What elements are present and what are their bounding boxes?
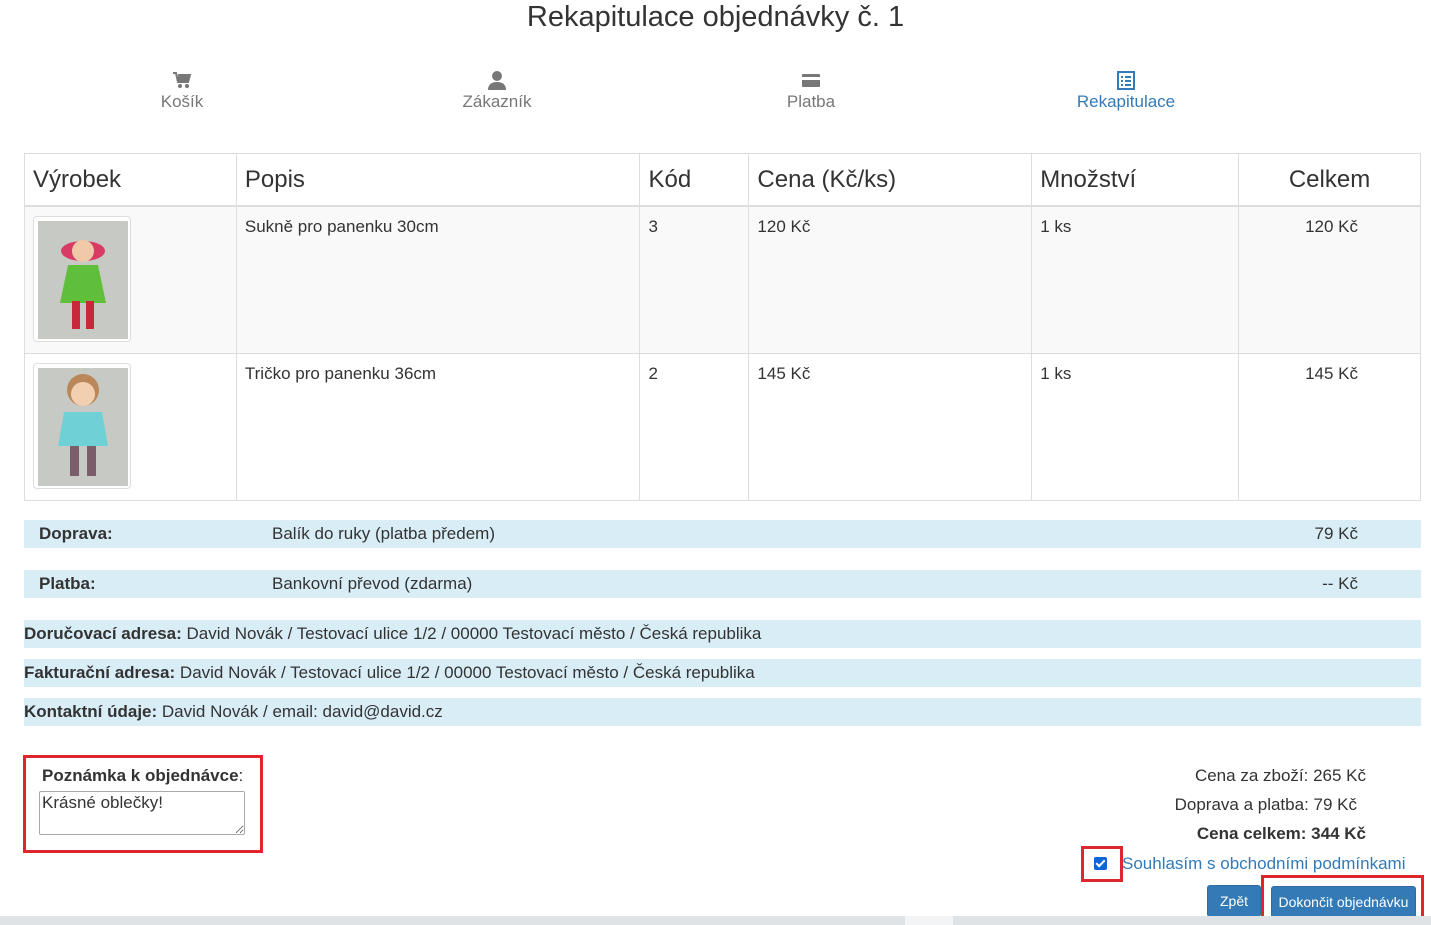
header-price: Cena (Kč/ks) xyxy=(748,153,1033,207)
shipping-label: Doprava: xyxy=(39,524,113,543)
terms-checkbox-highlight xyxy=(1081,846,1123,882)
header-description: Popis xyxy=(235,153,641,207)
table-row: Sukně pro panenku 30cm 3 120 Kč 1 ks 120… xyxy=(24,205,1421,354)
terms-checkbox[interactable] xyxy=(1094,857,1107,870)
header-quantity: Množství xyxy=(1031,153,1240,207)
payment-value: Bankovní převod (zdarma) xyxy=(272,574,473,593)
row-description: Tričko pro panenku 36cm xyxy=(235,353,641,501)
doll-skirt-image xyxy=(38,221,128,339)
step-customer[interactable]: Zákazník xyxy=(397,70,597,112)
finish-order-button[interactable]: Dokončit objednávku xyxy=(1271,886,1416,918)
user-icon xyxy=(488,71,506,90)
step-payment[interactable]: Platba xyxy=(711,70,911,112)
shipping-value: Balík do ruky (platba předem) xyxy=(272,524,495,543)
order-items-table: Výrobek Popis Kód Cena (Kč/ks) Množství … xyxy=(24,153,1421,501)
note-label-colon: : xyxy=(238,766,244,785)
row-quantity: 1 ks xyxy=(1031,353,1240,501)
product-image[interactable] xyxy=(33,363,131,489)
step-recap[interactable]: Rekapitulace xyxy=(1026,70,1226,112)
doll-shirt-image xyxy=(38,368,128,486)
contact-row: Kontaktní údaje: David Novák / email: da… xyxy=(24,698,1421,726)
payment-label: Platba: xyxy=(39,574,96,593)
billing-address-row: Fakturační adresa: David Novák / Testova… xyxy=(24,659,1421,687)
delivery-address-value: David Novák / Testovací ulice 1/2 / 0000… xyxy=(186,624,762,643)
note-label: Poznámka k objednávce xyxy=(42,766,239,785)
step-cart[interactable]: Košík xyxy=(82,70,282,112)
delivery-address-label: Doručovací adresa: xyxy=(24,624,182,643)
billing-address-value: David Novák / Testovací ulice 1/2 / 0000… xyxy=(179,663,755,682)
page-title: Rekapitulace objednávky č. 1 xyxy=(526,1,905,33)
row-description: Sukně pro panenku 30cm xyxy=(235,205,641,354)
step-payment-label: Platba xyxy=(786,92,836,111)
product-cell xyxy=(24,353,237,501)
step-cart-label: Košík xyxy=(160,92,204,111)
row-total: 145 Kč xyxy=(1238,353,1421,501)
back-button[interactable]: Zpět xyxy=(1207,885,1261,917)
header-total: Celkem xyxy=(1238,153,1421,207)
shipping-price: 79 Kč xyxy=(1314,524,1358,543)
table-header-row: Výrobek Popis Kód Cena (Kč/ks) Množství … xyxy=(24,153,1421,207)
order-note-section: Poznámka k objednávce: Krásné oblečky! xyxy=(23,755,263,853)
payment-row: Platba: Bankovní převod (zdarma) -- Kč xyxy=(24,570,1421,598)
row-price: 120 Kč xyxy=(748,205,1033,354)
goods-price: Cena za zboží: 265 Kč xyxy=(1194,766,1366,785)
header-code: Kód xyxy=(639,153,750,207)
header-product: Výrobek xyxy=(24,153,237,207)
row-code: 2 xyxy=(639,353,750,501)
cart-icon xyxy=(173,72,192,88)
list-icon xyxy=(1117,71,1135,90)
shipping-payment-price: Doprava a platba: 79 Kč xyxy=(1174,795,1357,814)
note-textarea[interactable]: Krásné oblečky! xyxy=(39,791,245,835)
step-recap-label: Rekapitulace xyxy=(1076,92,1176,111)
note-label-wrap: Poznámka k objednávce: xyxy=(42,766,243,786)
billing-address-label: Fakturační adresa: xyxy=(24,663,176,682)
row-quantity: 1 ks xyxy=(1031,205,1240,354)
contact-value: David Novák / email: david@david.cz xyxy=(161,702,443,721)
row-total: 120 Kč xyxy=(1238,205,1421,354)
credit-card-icon xyxy=(802,74,820,87)
grand-total: Cena celkem: 344 Kč xyxy=(1196,824,1366,843)
shipping-row: Doprava: Balík do ruky (platba předem) 7… xyxy=(24,520,1421,548)
product-image[interactable] xyxy=(33,216,131,342)
row-price: 145 Kč xyxy=(748,353,1033,501)
payment-price: -- Kč xyxy=(1322,574,1358,593)
terms-link[interactable]: Souhlasím s obchodními podmínkami xyxy=(1122,854,1405,874)
product-cell xyxy=(24,205,237,354)
scrollbar-thumb[interactable] xyxy=(905,916,953,925)
horizontal-scrollbar[interactable] xyxy=(0,916,1431,925)
table-row: Tričko pro panenku 36cm 2 145 Kč 1 ks 14… xyxy=(24,353,1421,501)
step-customer-label: Zákazník xyxy=(462,92,532,111)
row-code: 3 xyxy=(639,205,750,354)
contact-label: Kontaktní údaje: xyxy=(24,702,158,721)
delivery-address-row: Doručovací adresa: David Novák / Testova… xyxy=(24,620,1421,648)
